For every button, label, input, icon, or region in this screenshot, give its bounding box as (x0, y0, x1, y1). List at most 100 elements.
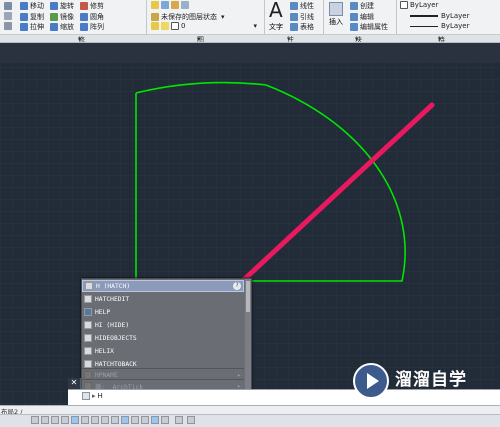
rotate-label: 旋转 (60, 2, 74, 10)
create-block-button[interactable]: 创建 (350, 1, 374, 11)
create-block-label: 创建 (360, 2, 374, 10)
view-icon[interactable] (4, 12, 12, 20)
help-icon[interactable]: ? (233, 282, 241, 290)
lock-icon[interactable] (171, 1, 179, 9)
freeze-icon[interactable] (161, 1, 169, 9)
autocomplete-label: HIDEOBJECTS (95, 334, 137, 342)
sun-icon (161, 22, 169, 30)
modify-row-3: 拉伸 缩放 阵列 (20, 22, 110, 32)
array-icon (80, 23, 88, 31)
linetype-dropdown[interactable]: ByLayer (410, 12, 469, 20)
annotation-panel-title[interactable]: 注释 ▾ (287, 35, 294, 42)
lineweight-dropdown[interactable]: ByLayer (410, 22, 469, 30)
helix-icon (84, 347, 92, 355)
hide-icon (84, 321, 92, 329)
mirror-button[interactable]: 镜像 (50, 12, 74, 22)
layer-state-label: 未保存的图层状态 (161, 13, 217, 21)
array-button[interactable]: 阵列 (80, 22, 104, 32)
edit-attributes-button[interactable]: 编辑属性 (350, 22, 388, 32)
model-space-icon[interactable] (31, 416, 39, 424)
command-input-value[interactable]: H (98, 392, 103, 400)
color-dropdown[interactable]: ByLayer (400, 1, 438, 9)
copy-label: 复制 (30, 13, 44, 21)
layer-tools-row (151, 1, 191, 9)
copy-icon (20, 13, 28, 21)
table-button[interactable]: 表格 (290, 22, 314, 32)
table-icon (290, 23, 298, 31)
autocomplete-item-hatchedit[interactable]: HATCHEDIT (82, 293, 244, 305)
autocomplete-scrollbar[interactable] (245, 279, 251, 391)
command-history-icon[interactable] (82, 392, 90, 400)
properties-panel-title[interactable]: 特性 ▾ (438, 35, 445, 42)
trim-button[interactable]: 修剪 (80, 1, 104, 11)
color-swatch-icon (171, 22, 179, 30)
insert-button[interactable]: 插入 (329, 17, 343, 27)
lineweight-sample (410, 25, 438, 27)
scrollbar-thumb[interactable] (246, 281, 250, 312)
panel-titles-bar: 修改 ▾ 图层 ▾ 注释 ▾ 块 ▾ 特性 ▾ (0, 34, 500, 42)
layer-icon[interactable] (4, 2, 12, 10)
leader-button[interactable]: 引线 (290, 12, 314, 22)
otrack-icon[interactable] (101, 416, 109, 424)
layers-panel-title[interactable]: 图层 ▾ (197, 35, 204, 42)
edit-attributes-label: 编辑属性 (360, 23, 388, 31)
close-icon[interactable]: ✕ (68, 378, 80, 388)
quick-properties-icon[interactable] (151, 416, 159, 424)
move-icon (20, 2, 28, 10)
fillet-button[interactable]: 圆角 (80, 12, 104, 22)
move-button[interactable]: 移动 (20, 1, 44, 11)
autocomplete-label: HATCHTOBACK (95, 360, 137, 368)
ducs-icon[interactable] (111, 416, 119, 424)
scale-button[interactable]: 缩放 (50, 22, 74, 32)
selection-cycling-icon[interactable] (161, 416, 169, 424)
autocomplete-item-hatch[interactable]: H (HATCH) ? (82, 280, 244, 292)
help-book-icon (84, 308, 92, 316)
stretch-button[interactable]: 拉伸 (20, 22, 44, 32)
light-bulb-icon[interactable] (151, 1, 159, 9)
linear-button[interactable]: 线性 (290, 1, 314, 11)
edit-block-button[interactable]: 编辑 (350, 12, 374, 22)
ortho-icon[interactable] (61, 416, 69, 424)
modify-row-1: 移动 旋转 修剪 (20, 1, 110, 11)
watermark-play-logo-icon (353, 363, 389, 399)
autocomplete-item-help[interactable]: HELP (82, 306, 244, 318)
chevron-down-icon: ▾ (221, 13, 225, 21)
grid-icon[interactable] (41, 416, 49, 424)
layer-state-icon (151, 13, 159, 21)
linear-label: 线性 (300, 2, 314, 10)
osnap-icon[interactable] (81, 416, 89, 424)
leader-label: 引线 (300, 13, 314, 21)
copy-button[interactable]: 复制 (20, 12, 44, 22)
block-panel-title[interactable]: 块 ▾ (355, 35, 362, 42)
autocomplete-item-hideobjects[interactable]: HIDEOBJECTS (82, 332, 244, 344)
layer-match-icon[interactable] (181, 1, 189, 9)
command-prompt: ▸ (92, 392, 96, 400)
autocomplete-label: HPNAME (95, 371, 118, 379)
rotate-button[interactable]: 旋转 (50, 1, 74, 11)
workspace-icon[interactable] (187, 416, 195, 424)
snap-icon[interactable] (51, 416, 59, 424)
layer-state-dropdown[interactable]: 未保存的图层状态 ▾ (151, 12, 225, 22)
edit-attributes-icon (350, 23, 358, 31)
insert-icon[interactable] (329, 2, 343, 16)
transparency-icon[interactable] (141, 416, 149, 424)
trim-label: 修剪 (90, 2, 104, 10)
modify-panel-title[interactable]: 修改 ▾ (78, 35, 85, 42)
autocomplete-item-hide[interactable]: HI (HIDE) (82, 319, 244, 331)
3d-osnap-icon[interactable] (91, 416, 99, 424)
lineweight-value: ByLayer (441, 22, 470, 30)
table-label: 表格 (300, 23, 314, 31)
command-input[interactable]: ▸ H (82, 392, 103, 400)
autocomplete-item-helix[interactable]: HELIX (82, 345, 244, 357)
bulb-on-icon (151, 22, 159, 30)
autocomplete-label: H (HATCH) (96, 282, 131, 290)
lineweight-icon[interactable] (131, 416, 139, 424)
dyn-icon[interactable] (121, 416, 129, 424)
draw-icon[interactable] (4, 22, 12, 30)
layer-dropdown[interactable]: 0 ▾ (151, 22, 257, 30)
annotation-scale-icon[interactable] (175, 416, 183, 424)
layer-value: 0 (181, 22, 186, 30)
text-button[interactable]: 文字 (269, 22, 283, 32)
polar-icon[interactable] (71, 416, 79, 424)
text-a-icon[interactable]: A (269, 0, 283, 20)
